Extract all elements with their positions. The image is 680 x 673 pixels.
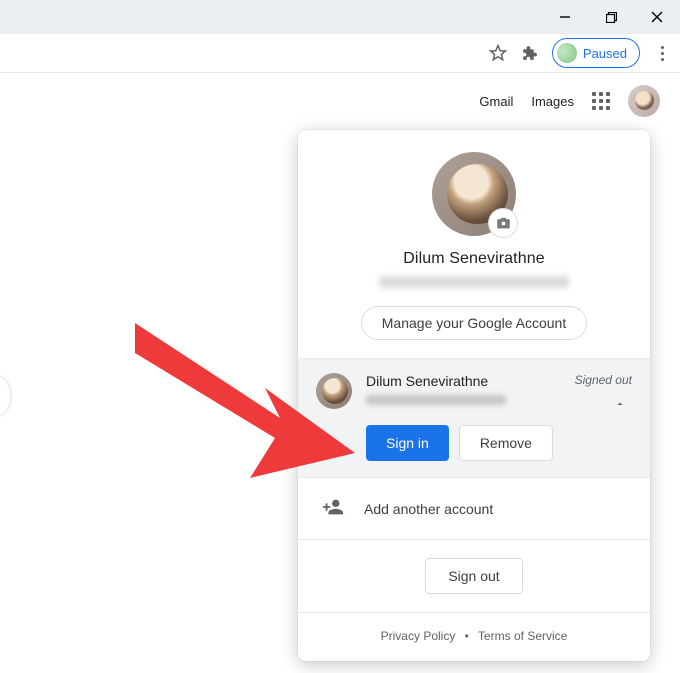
maximize-icon (606, 12, 617, 23)
secondary-account-row[interactable]: Dilum Senevirathne Signed out Sign in Re… (298, 359, 650, 477)
privacy-policy-link[interactable]: Privacy Policy (381, 629, 456, 643)
gmail-link[interactable]: Gmail (479, 94, 513, 109)
account-email-blurred (379, 276, 569, 288)
change-avatar-button[interactable] (488, 208, 518, 238)
close-icon (651, 11, 663, 23)
window-titlebar (0, 0, 680, 34)
secondary-account-avatar (316, 373, 352, 409)
side-tab-handle[interactable] (0, 374, 10, 418)
profile-chip-avatar (557, 43, 577, 63)
account-panel: Dilum Senevirathne Manage your Google Ac… (298, 130, 650, 661)
google-apps-icon[interactable] (592, 92, 610, 110)
bookmark-star-icon[interactable] (489, 44, 507, 62)
signed-out-label: Signed out (575, 373, 632, 387)
chevron-up-icon[interactable] (614, 397, 626, 415)
window-minimize-button[interactable] (542, 0, 588, 34)
profile-paused-chip[interactable]: Paused (552, 38, 640, 68)
add-another-account-button[interactable]: Add another account (298, 478, 650, 539)
minimize-icon (559, 11, 571, 23)
camera-icon (496, 216, 511, 231)
add-another-account-label: Add another account (364, 501, 493, 517)
terms-of-service-link[interactable]: Terms of Service (478, 629, 567, 643)
remove-account-button[interactable]: Remove (459, 425, 553, 461)
secondary-account-email-blurred (366, 395, 506, 405)
panel-footer: Privacy Policy • Terms of Service (298, 613, 650, 661)
manage-account-button[interactable]: Manage your Google Account (361, 306, 587, 340)
paused-label: Paused (583, 46, 627, 61)
window-close-button[interactable] (634, 0, 680, 34)
account-panel-header: Dilum Senevirathne Manage your Google Ac… (298, 130, 650, 358)
person-add-icon (322, 496, 344, 521)
sign-out-button[interactable]: Sign out (425, 558, 522, 594)
browser-toolbar: Paused (0, 34, 680, 73)
images-link[interactable]: Images (531, 94, 574, 109)
browser-menu-button[interactable] (654, 46, 670, 61)
extensions-puzzle-icon[interactable] (521, 45, 538, 62)
window-maximize-button[interactable] (588, 0, 634, 34)
account-name: Dilum Senevirathne (318, 250, 630, 268)
footer-dot: • (465, 629, 469, 643)
sign-in-button[interactable]: Sign in (366, 425, 449, 461)
account-avatar-button[interactable] (628, 85, 660, 117)
google-header: Gmail Images (0, 73, 680, 127)
